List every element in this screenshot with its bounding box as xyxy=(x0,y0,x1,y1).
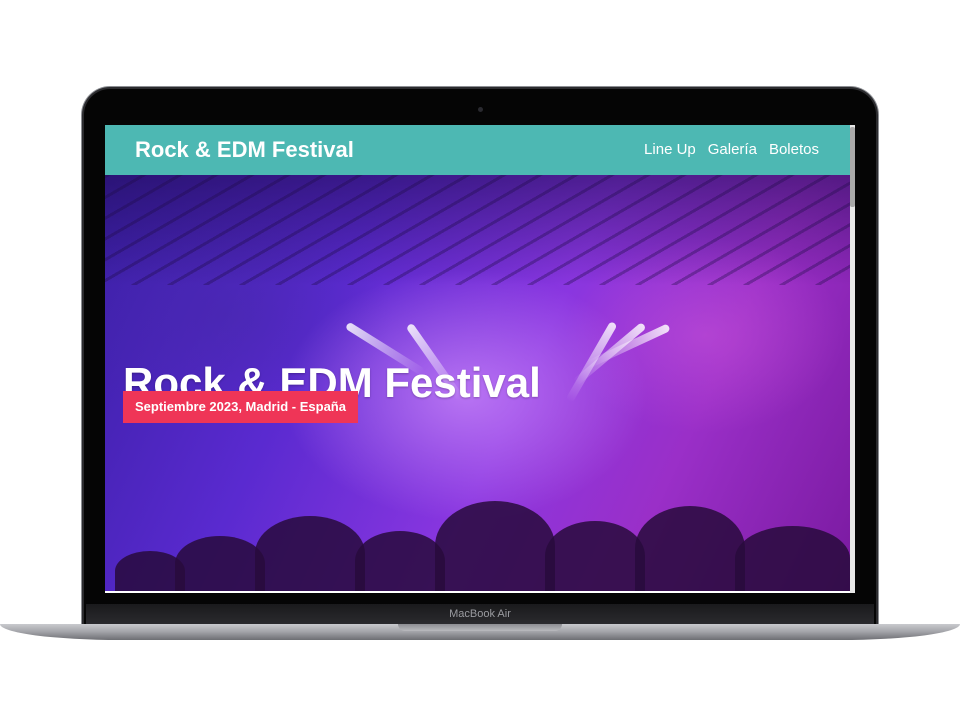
crowd-silhouette xyxy=(635,506,745,591)
laptop-thumb-notch xyxy=(398,624,562,631)
crowd-silhouette xyxy=(435,501,555,591)
nav-link-line-up[interactable]: Line Up xyxy=(644,141,696,158)
crowd-silhouette xyxy=(545,521,645,591)
navbar: Rock & EDM Festival Line Up Galería Bole… xyxy=(105,125,850,175)
web-page: Rock & EDM Festival Line Up Galería Bole… xyxy=(105,125,850,593)
nav-link-boletos[interactable]: Boletos xyxy=(769,141,819,158)
nav-links: Line Up Galería Boletos xyxy=(644,141,819,158)
hero-stage-rig xyxy=(105,175,850,285)
laptop-mockup: Rock & EDM Festival Line Up Galería Bole… xyxy=(0,0,960,720)
crowd-silhouette xyxy=(255,516,365,591)
crowd-silhouette xyxy=(175,536,265,591)
hero-crowd xyxy=(105,481,850,591)
event-date-badge: Septiembre 2023, Madrid - España xyxy=(123,391,358,423)
brand-logo-link[interactable]: Rock & EDM Festival xyxy=(135,137,354,163)
scrollbar-thumb[interactable] xyxy=(850,127,855,207)
nav-link-galeria[interactable]: Galería xyxy=(708,141,757,158)
camera-dot-icon xyxy=(478,107,483,112)
page-scrollbar[interactable] xyxy=(850,125,855,593)
crowd-silhouette xyxy=(735,526,850,591)
crowd-silhouette xyxy=(355,531,445,591)
laptop-screen: Rock & EDM Festival Line Up Galería Bole… xyxy=(105,125,855,593)
hero-section: Rock & EDM Festival Septiembre 2023, Mad… xyxy=(105,175,850,591)
laptop-model-label: MacBook Air xyxy=(449,608,511,620)
